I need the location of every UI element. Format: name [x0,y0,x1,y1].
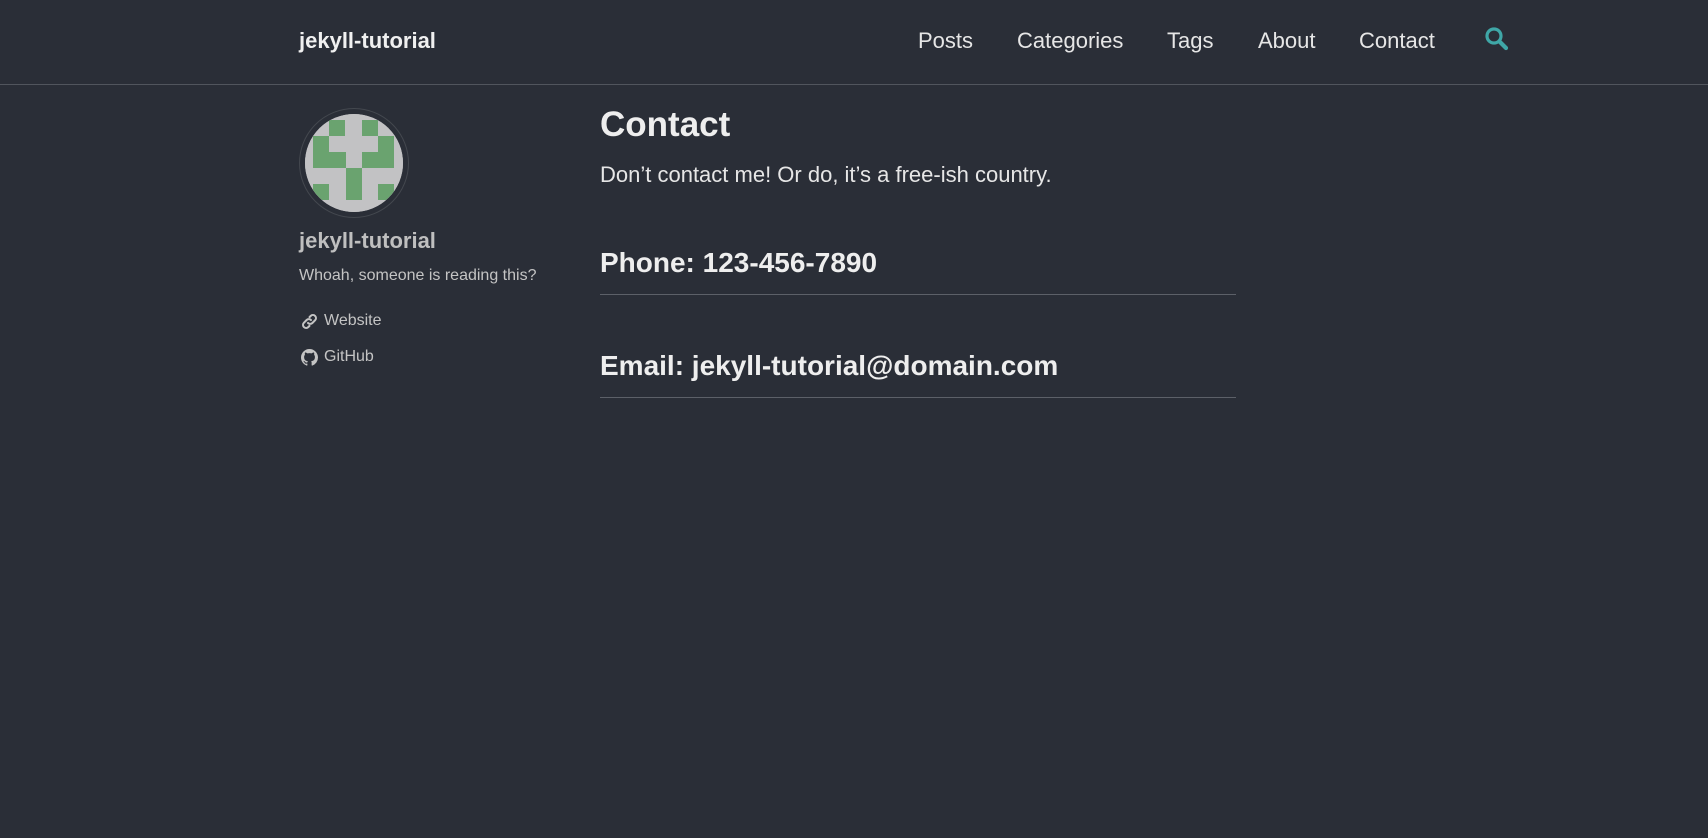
page-title: Contact [600,105,731,144]
github-link[interactable]: GitHub [301,347,374,367]
nav-tags[interactable]: Tags [1167,28,1213,54]
nav-categories[interactable]: Categories [1017,28,1123,54]
github-icon [301,348,318,366]
phone-heading: Phone: 123-456-7890 [600,246,1236,295]
search-button[interactable] [1484,26,1510,52]
author-bio: Whoah, someone is reading this? [299,267,537,284]
avatar-image [305,114,403,212]
nav-about[interactable]: About [1258,28,1316,54]
website-link[interactable]: Website [301,311,382,331]
github-link-label: GitHub [324,348,374,365]
website-link-label: Website [324,312,382,329]
avatar [299,108,409,218]
intro-text: Don’t contact me! Or do, it’s a free-ish… [600,162,1052,187]
author-name: jekyll-tutorial [299,228,436,253]
search-icon [1485,27,1509,51]
link-icon [302,313,317,329]
nav-contact[interactable]: Contact [1359,28,1435,54]
nav-posts[interactable]: Posts [918,28,973,54]
site-title-link[interactable]: jekyll-tutorial [299,28,436,54]
email-heading: Email: jekyll-tutorial@domain.com [600,349,1236,398]
masthead: jekyll-tutorial Posts Categories Tags Ab… [0,0,1708,85]
